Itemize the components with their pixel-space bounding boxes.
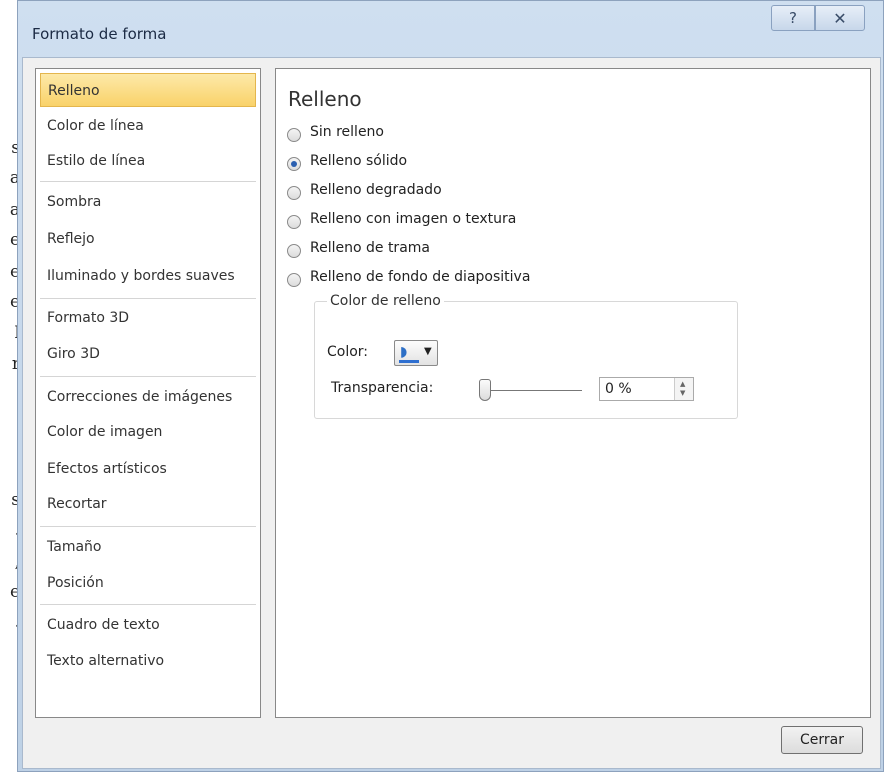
category-sidebar: Relleno Color de línea Estilo de línea S… xyxy=(35,68,261,718)
sidebar-divider xyxy=(40,376,256,377)
radio-relleno-trama[interactable] xyxy=(287,244,301,258)
spin-down-icon[interactable]: ▼ xyxy=(680,389,685,397)
transparency-value: 0 % xyxy=(605,381,632,397)
close-button[interactable]: ✕ xyxy=(815,5,865,31)
transparency-slider-track[interactable] xyxy=(486,390,582,391)
radio-relleno-solido[interactable] xyxy=(287,157,301,171)
sidebar-item-posicion[interactable]: Posición xyxy=(40,566,256,600)
sidebar-divider xyxy=(40,526,256,527)
sidebar-item-relleno[interactable]: Relleno xyxy=(40,73,256,107)
fill-color-group: Color de relleno Color: ◗ ▼ Transparenci… xyxy=(314,293,738,419)
sidebar-item-color-de-linea[interactable]: Color de línea xyxy=(40,109,256,143)
radio-relleno-degradado[interactable] xyxy=(287,186,301,200)
group-legend: Color de relleno xyxy=(327,293,444,309)
sidebar-item-reflejo[interactable]: Reflejo xyxy=(40,222,256,256)
radio-label[interactable]: Relleno degradado xyxy=(310,182,442,198)
title-bar[interactable]: Formato de forma ? ✕ xyxy=(18,1,883,57)
transparency-slider-thumb[interactable] xyxy=(479,379,491,401)
radio-label[interactable]: Sin relleno xyxy=(310,124,384,140)
radio-label[interactable]: Relleno sólido xyxy=(310,153,407,169)
sidebar-divider xyxy=(40,298,256,299)
sidebar-item-tamano[interactable]: Tamaño xyxy=(40,530,256,564)
radio-relleno-fondo[interactable] xyxy=(287,273,301,287)
sidebar-item-efectos[interactable]: Efectos artísticos xyxy=(40,452,256,486)
sidebar-divider xyxy=(40,604,256,605)
radio-relleno-imagen[interactable] xyxy=(287,215,301,229)
close-x-icon: ✕ xyxy=(833,8,847,28)
radio-label[interactable]: Relleno de trama xyxy=(310,240,430,256)
question-mark-icon: ? xyxy=(789,9,797,27)
dialog-body: Relleno Color de línea Estilo de línea S… xyxy=(22,57,881,769)
help-button[interactable]: ? xyxy=(771,5,815,31)
spin-up-icon[interactable]: ▲ xyxy=(680,380,685,388)
sidebar-item-cuadro-de-texto[interactable]: Cuadro de texto xyxy=(40,608,256,642)
sidebar-item-color-de-imagen[interactable]: Color de imagen xyxy=(40,415,256,449)
transparency-label: Transparencia: xyxy=(331,380,434,396)
sidebar-item-texto-alternativo[interactable]: Texto alternativo xyxy=(40,644,256,678)
paint-bucket-icon: ◗ xyxy=(400,344,408,360)
color-picker-button[interactable]: ◗ ▼ xyxy=(394,340,438,366)
cerrar-button[interactable]: Cerrar xyxy=(781,726,863,754)
fill-panel: Relleno Sin relleno Relleno sólido Relle… xyxy=(275,68,871,718)
panel-heading: Relleno xyxy=(288,87,362,111)
sidebar-item-giro-3d[interactable]: Giro 3D xyxy=(40,337,256,371)
chevron-down-icon: ▼ xyxy=(424,346,432,357)
radio-label[interactable]: Relleno con imagen o textura xyxy=(310,211,516,227)
color-swatch xyxy=(399,360,419,363)
sidebar-item-sombra[interactable]: Sombra xyxy=(40,185,256,219)
transparency-input[interactable]: 0 % ▲ ▼ xyxy=(599,377,694,401)
radio-sin-relleno[interactable] xyxy=(287,128,301,142)
sidebar-item-correcciones[interactable]: Correcciones de imágenes xyxy=(40,380,256,414)
dialog-title: Formato de forma xyxy=(32,25,167,43)
sidebar-divider xyxy=(40,181,256,182)
radio-label[interactable]: Relleno de fondo de diapositiva xyxy=(310,269,530,285)
sidebar-item-recortar[interactable]: Recortar xyxy=(40,487,256,521)
sidebar-item-iluminado[interactable]: Iluminado y bordes suaves xyxy=(40,259,256,293)
format-shape-dialog: Formato de forma ? ✕ Relleno Color de lí… xyxy=(17,0,884,772)
sidebar-item-estilo-de-linea[interactable]: Estilo de línea xyxy=(40,144,256,178)
transparency-spinner[interactable]: ▲ ▼ xyxy=(674,378,693,400)
sidebar-item-formato-3d[interactable]: Formato 3D xyxy=(40,301,256,335)
color-label: Color: xyxy=(327,344,369,360)
